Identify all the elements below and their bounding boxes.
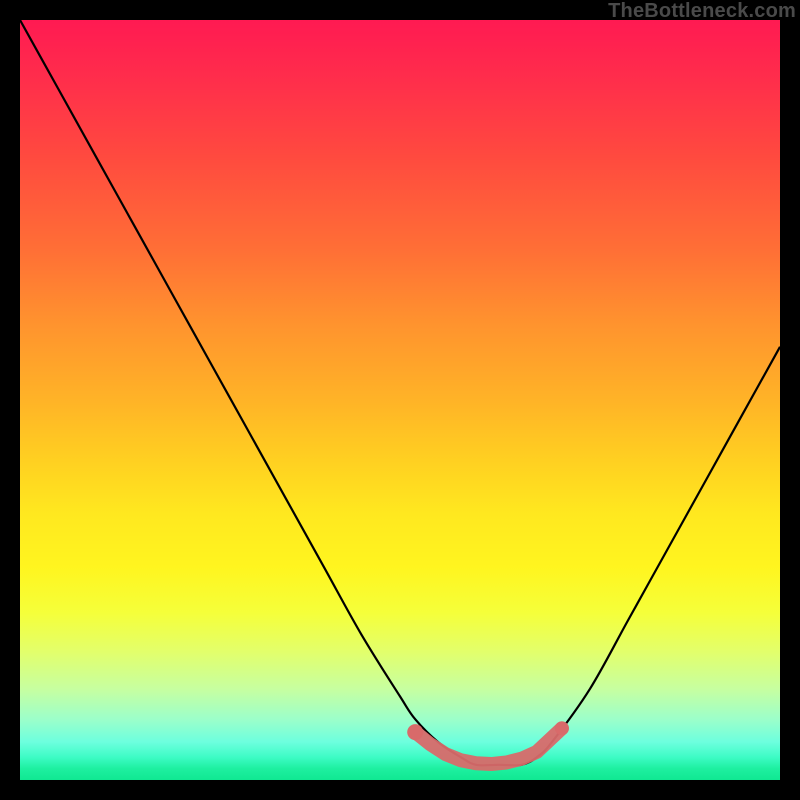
main-curve [20, 20, 780, 765]
plot-area [20, 20, 780, 780]
chart-svg [20, 20, 780, 780]
chart-frame: TheBottleneck.com [0, 0, 800, 800]
watermark-text: TheBottleneck.com [608, 0, 796, 23]
bottom-markers [407, 721, 569, 764]
marker-dot [407, 724, 423, 740]
bottleneck-curve-path [20, 20, 780, 765]
marker-dot [555, 721, 569, 735]
trough-highlight [415, 728, 562, 764]
